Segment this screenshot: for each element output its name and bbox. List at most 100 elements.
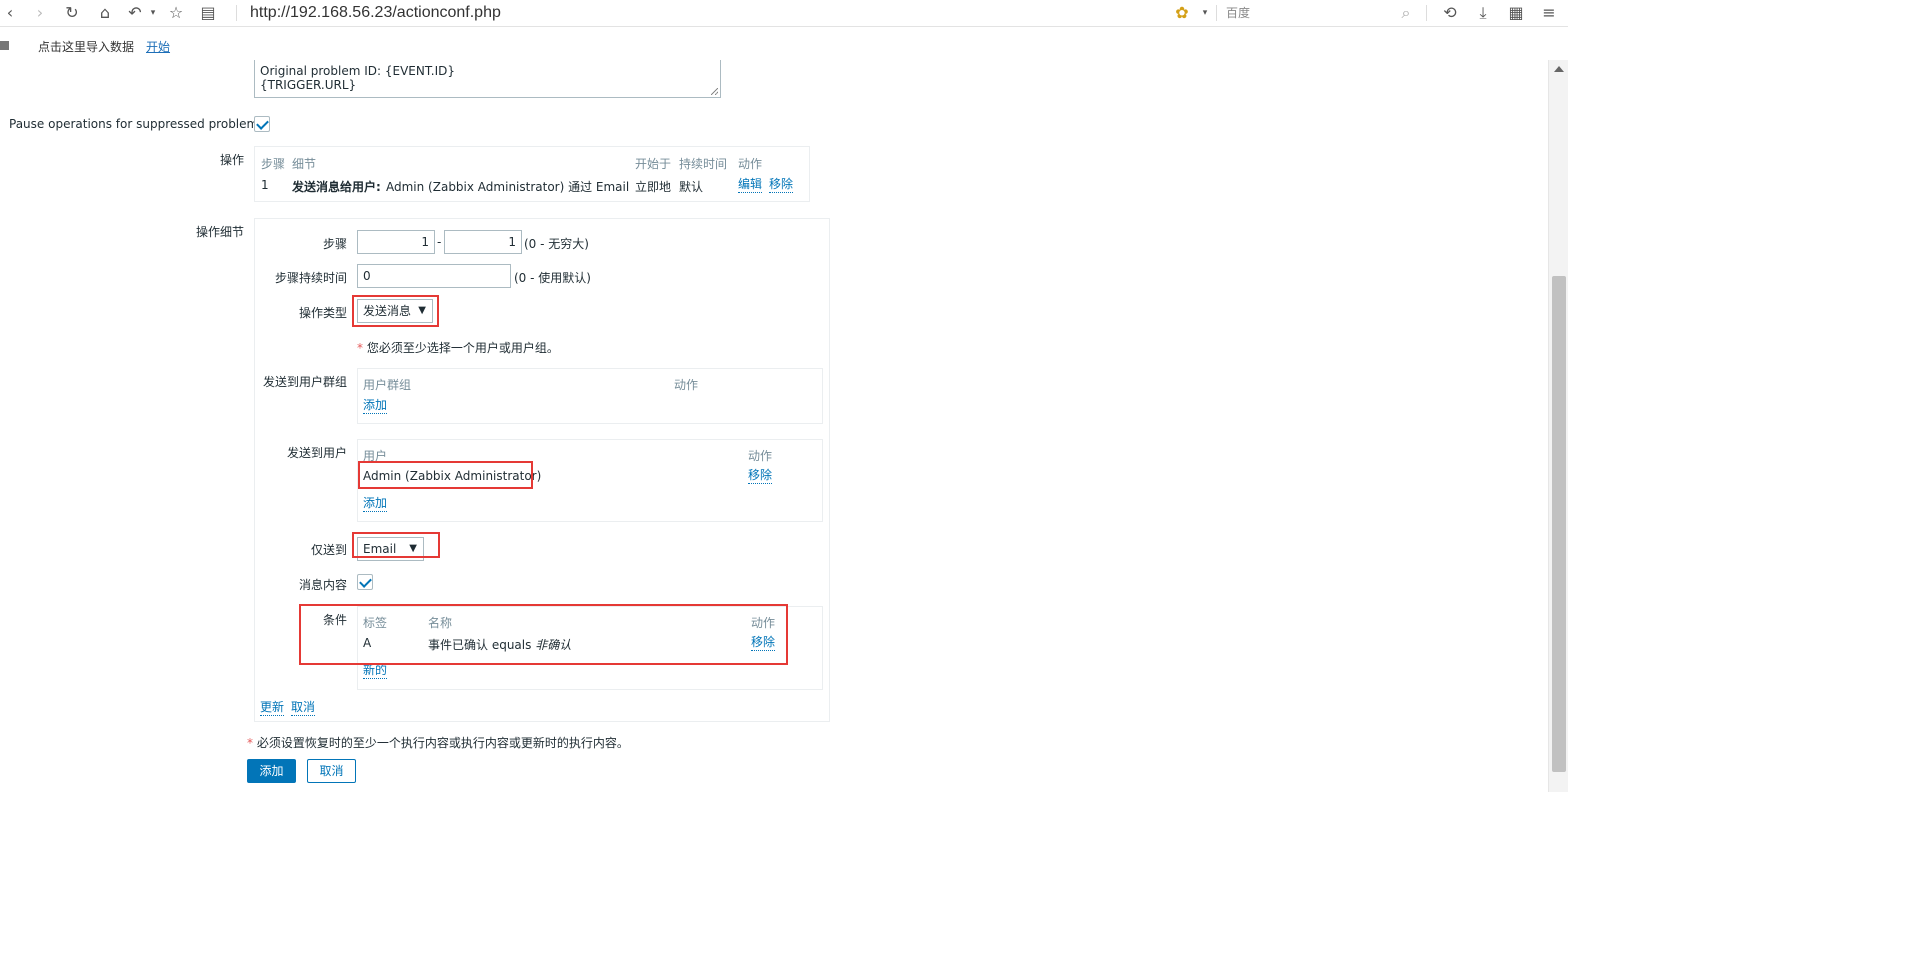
user-icon[interactable]: ⟲: [1440, 3, 1460, 23]
forward-icon[interactable]: ›: [30, 3, 50, 23]
toolbar-divider: [1426, 5, 1427, 21]
toolbar-divider: [1216, 5, 1217, 21]
undo-dropdown-icon[interactable]: ▾: [143, 3, 163, 23]
column-header-user-group: 用户群组: [363, 378, 412, 392]
operation-type-value: 发送消息: [363, 304, 412, 318]
search-icon[interactable]: ⌕: [1396, 3, 1416, 23]
required-asterisk: *: [247, 736, 253, 750]
send-only-to-label: 仅送到: [310, 543, 347, 557]
operation-details-bold: 发送消息给用户:: [292, 180, 381, 194]
resize-grip-icon[interactable]: [711, 88, 718, 95]
operation-details: Admin (Zabbix Administrator) 通过 Email: [386, 180, 630, 194]
scroll-up-icon[interactable]: [1554, 66, 1564, 72]
search-input[interactable]: 百度: [1226, 3, 1416, 23]
condition-value: 非确认: [535, 638, 572, 652]
engine-dropdown-icon[interactable]: ▾: [1195, 3, 1215, 23]
star-icon[interactable]: ☆: [166, 3, 186, 23]
apps-icon[interactable]: ▦: [1506, 3, 1526, 23]
column-header-start-in: 开始于: [635, 157, 672, 171]
column-header-label: 标签: [363, 616, 388, 630]
bookmarks-start-link[interactable]: 开始: [146, 38, 170, 55]
page-scrollbar[interactable]: [1548, 60, 1568, 792]
operations-label: 操作: [219, 153, 244, 167]
add-button[interactable]: 添加: [247, 759, 296, 783]
download-icon[interactable]: ⤓: [1473, 3, 1493, 23]
steps-label: 步骤: [322, 237, 347, 251]
operation-edit-link[interactable]: 编辑: [738, 177, 763, 193]
add-user-group-link[interactable]: 添加: [363, 398, 388, 414]
message-line: {TRIGGER.URL}: [260, 78, 357, 92]
cancel-button[interactable]: 取消: [307, 759, 356, 783]
steps-hint: (0 - 无穷大): [524, 237, 589, 251]
back-icon[interactable]: ‹: [0, 3, 20, 23]
step-to-input[interactable]: [444, 230, 522, 254]
column-header-duration: 持续时间: [679, 157, 728, 171]
update-operation-link[interactable]: 更新: [260, 700, 285, 716]
remove-user-link[interactable]: 移除: [748, 468, 773, 484]
column-header-action: 动作: [738, 157, 763, 171]
user-required-warning: * 您必须至少选择一个用户或用户组。: [357, 339, 559, 356]
pause-operations-label: Pause operations for suppressed problems: [9, 117, 265, 131]
reader-icon[interactable]: ▤: [198, 3, 218, 23]
column-header-step: 步骤: [261, 157, 286, 171]
operation-remove-link[interactable]: 移除: [769, 177, 794, 193]
bookmark-icon: [0, 41, 9, 50]
operation-duration: 默认: [679, 180, 704, 194]
cancel-operation-link[interactable]: 取消: [291, 700, 316, 716]
send-to-users-label: 发送到用户: [286, 446, 347, 460]
operation-start-in: 立即地: [635, 180, 672, 194]
users-table: 用户 动作 Admin (Zabbix Administrator) 移除 添加: [357, 439, 823, 522]
column-header-name: 名称: [428, 616, 453, 630]
toolbar-divider: [236, 5, 237, 21]
message-textarea[interactable]: Original problem ID: {EVENT.ID} {TRIGGER…: [254, 60, 721, 98]
column-header-action: 动作: [751, 616, 776, 630]
default-message-label: 消息内容: [298, 578, 347, 592]
undo-icon[interactable]: ↶: [125, 3, 145, 23]
step-from-input[interactable]: [357, 230, 435, 254]
pause-operations-checkbox[interactable]: [254, 116, 270, 132]
user-groups-table: 用户群组 动作 添加: [357, 368, 823, 424]
conditions-label: 条件: [322, 613, 347, 627]
remove-condition-link[interactable]: 移除: [751, 635, 776, 651]
condition-label: A: [363, 636, 372, 650]
recovery-required-note: * 必须设置恢复时的至少一个执行内容或执行内容或更新时的执行内容。: [247, 734, 629, 751]
operation-type-select[interactable]: 发送消息 ▼: [357, 299, 433, 323]
send-only-to-select[interactable]: Email ▼: [357, 537, 424, 561]
default-message-checkbox[interactable]: [357, 574, 373, 590]
column-header-details: 细节: [292, 157, 317, 171]
condition-name: 事件已确认 equals 非确认: [428, 636, 571, 653]
reload-icon[interactable]: ↻: [62, 3, 82, 23]
operation-details-label: 操作细节: [195, 225, 244, 239]
send-to-user-groups-label: 发送到用户群组: [262, 375, 347, 389]
bookmarks-bar: 点击这里导入数据 开始: [0, 31, 1568, 59]
menu-icon[interactable]: ≡: [1539, 3, 1559, 23]
condition-expression: 事件已确认 equals: [428, 638, 532, 652]
home-icon[interactable]: ⌂: [95, 3, 115, 23]
chevron-down-icon: ▼: [418, 305, 426, 316]
operation-step: 1: [261, 178, 269, 192]
address-bar[interactable]: http://192.168.56.23/actionconf.php: [250, 3, 501, 23]
step-duration-input[interactable]: [357, 264, 511, 288]
conditions-table: 标签 名称 动作 A 事件已确认 equals 非确认 移除 新的: [357, 606, 823, 690]
browser-toolbar: ‹ › ↻ ⌂ ↶ ▾ ☆ ▤ http://192.168.56.23/act…: [0, 0, 1568, 27]
selected-user: Admin (Zabbix Administrator): [363, 469, 542, 483]
send-only-to-value: Email: [363, 542, 397, 556]
column-header-user: 用户: [363, 449, 388, 463]
chevron-down-icon: ▼: [409, 543, 417, 554]
operations-table: 步骤 细节 开始于 持续时间 动作 1 发送消息给用户: Admin (Zabb…: [254, 146, 810, 202]
operation-type-label: 操作类型: [298, 306, 347, 320]
add-user-link[interactable]: 添加: [363, 496, 388, 512]
user-required-text: 您必须至少选择一个用户或用户组。: [366, 341, 559, 355]
step-duration-label: 步骤持续时间: [274, 271, 347, 285]
bee-icon[interactable]: ✿: [1172, 3, 1192, 23]
column-header-action: 动作: [748, 449, 773, 463]
message-line: Original problem ID: {EVENT.ID}: [260, 64, 455, 78]
new-condition-link[interactable]: 新的: [363, 663, 388, 679]
recovery-required-text: 必须设置恢复时的至少一个执行内容或执行内容或更新时的执行内容。: [256, 736, 629, 750]
column-header-action: 动作: [674, 378, 699, 392]
step-duration-hint: (0 - 使用默认): [514, 271, 591, 285]
steps-dash: -: [437, 235, 442, 249]
required-asterisk: *: [357, 341, 363, 355]
bookmarks-import-text: 点击这里导入数据: [38, 40, 135, 54]
scroll-thumb[interactable]: [1552, 276, 1566, 772]
